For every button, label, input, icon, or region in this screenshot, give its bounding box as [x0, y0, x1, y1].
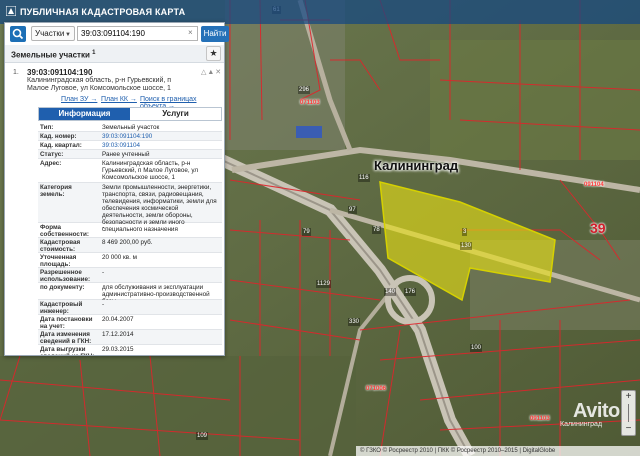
- info-row: Дата изменения сведений в ГКН: 17.12.2014: [38, 330, 222, 345]
- section-title: Земельные участки 1: [11, 50, 96, 60]
- pin-icon[interactable]: ★: [206, 46, 221, 61]
- parcel-label[interactable]: 3: [462, 228, 468, 236]
- parcel-label[interactable]: 78: [372, 226, 381, 234]
- info-row: Дата выгрузки сведений из ГКН:29.03.2015: [38, 345, 222, 355]
- tab-services[interactable]: Услуги: [130, 108, 221, 120]
- parcel-label[interactable]: 97: [348, 206, 357, 214]
- map-logo-icon: [6, 6, 16, 16]
- road-number: 39: [590, 220, 606, 236]
- result-index: 1.: [13, 69, 19, 76]
- result-cadastral-id[interactable]: 39:03:091104:190: [27, 68, 92, 77]
- search-type-value: Участки: [35, 29, 65, 38]
- result-card: 1. 39:03:091104:190 Калининградская обла…: [5, 65, 224, 355]
- plan-kk-link[interactable]: План КК →: [101, 96, 137, 103]
- info-row: Форма собственности: -: [38, 223, 222, 238]
- parcel-label[interactable]: 176: [404, 288, 417, 296]
- search-type-select[interactable]: Участки ▼: [31, 26, 75, 41]
- zoom-out-button[interactable]: −: [622, 423, 635, 435]
- parcel-label[interactable]: 79: [302, 228, 311, 236]
- find-button[interactable]: Найти: [201, 26, 229, 42]
- info-row: Тип: Земельный участок: [38, 123, 222, 132]
- chevron-down-icon: ▼: [65, 32, 71, 38]
- clear-icon[interactable]: ×: [188, 28, 193, 37]
- info-row: Кадастровый инженер: -: [38, 300, 222, 315]
- info-row: Уточненная площадь: 20 000 кв. м: [38, 253, 222, 268]
- watermark-brand: Avito: [573, 400, 620, 422]
- attribution-footer: © ГЗКО © Росреестр 2010 | ПКК © Росреест…: [356, 446, 640, 456]
- parcel-label[interactable]: 130: [460, 242, 473, 250]
- search-input[interactable]: [77, 26, 198, 41]
- result-action-icons[interactable]: △▲✕: [201, 68, 222, 76]
- section-count: 1: [92, 50, 96, 56]
- info-row: Кад. квартал: 39:03:091104: [38, 141, 222, 150]
- info-row: по документу: для обслуживания и эксплуат…: [38, 283, 222, 305]
- info-row: Кад. номер: 39:03:091104:190: [38, 132, 222, 141]
- quarter-label: 091103: [530, 416, 550, 422]
- search-bar: Участки ▼ × Найти: [5, 23, 232, 45]
- info-row: Статус: Ранее учтенный: [38, 150, 222, 159]
- tab-information[interactable]: Информация: [39, 108, 130, 120]
- info-tabs: Информация Услуги: [38, 107, 222, 121]
- quarter-label: 071103: [300, 100, 320, 106]
- zoom-control: + −: [621, 390, 636, 436]
- parcel-label[interactable]: 116: [358, 174, 370, 182]
- parcel-label[interactable]: 140: [384, 288, 397, 296]
- zoom-slider[interactable]: [628, 404, 629, 422]
- info-row: Адрес: Калининградская область, р-н Гурье…: [38, 159, 222, 183]
- parcel-label[interactable]: 109: [196, 432, 209, 440]
- quarter-label: 071006: [366, 386, 387, 392]
- parcel-label[interactable]: 100: [470, 344, 483, 352]
- parcel-label[interactable]: 330: [348, 318, 361, 326]
- quarter-label: 091104: [584, 182, 604, 188]
- watermark-sub: Калининград: [560, 421, 603, 428]
- plan-zu-link[interactable]: План ЗУ →: [61, 96, 97, 103]
- info-panel: Участки ▼ × Найти Земельные участки 1 ★ …: [4, 22, 229, 356]
- plan-links: План ЗУ → План КК → Поиск в границах объ…: [5, 96, 224, 110]
- app-title: ПУБЛИЧНАЯ КАДАСТРОВАЯ КАРТА: [20, 7, 186, 17]
- top-bar: ПУБЛИЧНАЯ КАДАСТРОВАЯ КАРТА: [0, 0, 640, 24]
- info-row: Дата постановки на учет: 20.04.2007: [38, 315, 222, 330]
- result-address: Калининградская область, р-н Гурьевский,…: [27, 77, 172, 92]
- info-row: Категория земель: Земли промышленности, э…: [38, 183, 222, 233]
- zoom-in-button[interactable]: +: [622, 391, 635, 403]
- info-row: Разрешенное использование: -: [38, 268, 222, 283]
- parcel-label[interactable]: 1129: [316, 280, 331, 288]
- section-header: Земельные участки 1 ★: [5, 45, 224, 63]
- city-label: Калининград: [374, 158, 459, 173]
- parcel-label[interactable]: 296: [298, 86, 311, 94]
- search-icon[interactable]: [10, 26, 26, 42]
- info-row: Кадастровая стоимость: 8 469 200,00 руб.: [38, 238, 222, 253]
